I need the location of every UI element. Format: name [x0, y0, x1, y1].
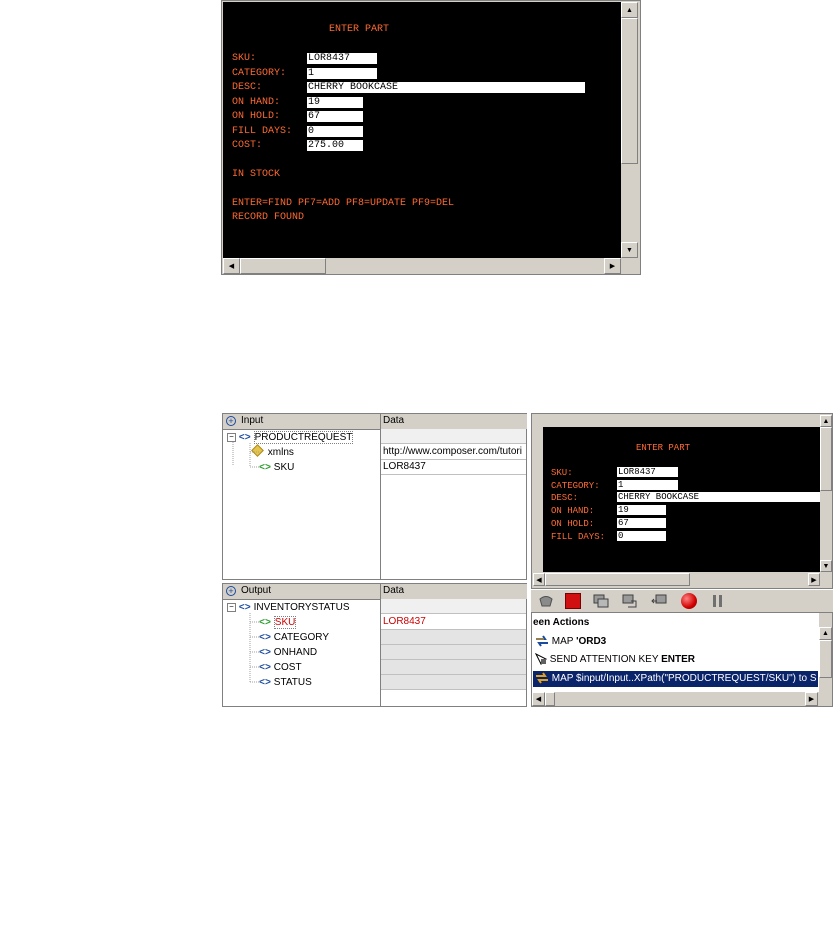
action-prefix: MAP: [551, 636, 577, 647]
output-data-header-label: Data: [383, 585, 405, 596]
action-prefix: SEND ATTENTION KEY: [549, 654, 662, 665]
input-panel: + Input Data − <> PRODUCTREQUEST xmlns h…: [222, 413, 527, 580]
scroll-right-button[interactable]: ▶: [604, 258, 621, 274]
on-hand-label: ON HAND:: [232, 97, 281, 108]
map-arrows-icon: [536, 672, 548, 684]
preview-on-hold-label: ON HOLD:: [551, 519, 595, 529]
preview-terminal-screen[interactable]: ENTER PART SKU: LOR8437 CATEGORY: 1 DESC…: [543, 427, 820, 572]
preview-fill-days-field[interactable]: 0: [617, 531, 666, 541]
scroll-thumb[interactable]: [621, 18, 638, 164]
output-root-data: [381, 599, 526, 614]
on-hold-field[interactable]: 67: [307, 111, 363, 122]
preview-sku-field[interactable]: LOR8437: [617, 467, 678, 477]
map-arrows-icon: [536, 635, 548, 647]
scroll-left-button[interactable]: ◀: [223, 258, 240, 274]
preview-on-hand-label: ON HAND:: [551, 506, 595, 516]
actions-vertical-scrollbar[interactable]: ▲: [819, 613, 832, 692]
actions-scroll-right-button[interactable]: ▶: [805, 692, 818, 706]
horizontal-scrollbar[interactable]: ◀ ▶: [223, 258, 621, 274]
preview-on-hold-field[interactable]: 67: [617, 518, 666, 528]
sku-field[interactable]: LOR8437: [307, 53, 377, 64]
status-message: RECORD FOUND: [232, 212, 305, 223]
screen-actions-panel: een Actions MAP 'ORD3 SEND ATTENTION KEY…: [531, 612, 833, 707]
desc-label: DESC:: [232, 82, 263, 93]
preview-scroll-up-button[interactable]: ▲: [820, 415, 832, 427]
input-sku-value[interactable]: LOR8437: [381, 460, 526, 475]
step-over-icon[interactable]: [651, 593, 667, 609]
preview-on-hand-field[interactable]: 19: [617, 505, 666, 515]
on-hand-field[interactable]: 19: [307, 97, 363, 108]
terminal-title: ENTER PART: [329, 24, 390, 35]
input-root-data: [381, 429, 526, 444]
function-keys-line: ENTER=FIND PF7=ADD PF8=UPDATE PF9=DEL: [232, 198, 455, 209]
fill-days-label: FILL DAYS:: [232, 126, 293, 137]
cost-label: COST:: [232, 140, 263, 151]
output-tree-lines: [249, 613, 259, 683]
scroll-down-button[interactable]: ▼: [621, 242, 638, 258]
preview-scroll-down-button[interactable]: ▼: [820, 560, 832, 572]
preview-horizontal-scrollbar[interactable]: ◀ ▶: [533, 573, 820, 586]
actions-horizontal-thumb[interactable]: [545, 692, 555, 706]
top-terminal-window: ENTER PART SKU: LOR8437 CATEGORY: 1 DESC…: [221, 0, 641, 275]
action-text: 'ORD3: [576, 636, 607, 647]
action-item-map-ord3[interactable]: MAP 'ORD3: [535, 634, 606, 650]
output-category-value[interactable]: [381, 630, 526, 645]
output-cost-value[interactable]: [381, 660, 526, 675]
record-icon[interactable]: [681, 593, 697, 609]
output-sku-value[interactable]: LOR8437: [381, 615, 526, 630]
actions-scroll-thumb[interactable]: [819, 640, 832, 678]
on-hold-label: ON HOLD:: [232, 111, 281, 122]
sku-label: SKU:: [232, 53, 257, 64]
terminal-screen[interactable]: ENTER PART SKU: LOR8437 CATEGORY: 1 DESC…: [223, 2, 621, 258]
action-text: MAP $input/Input..XPath("PRODUCTREQUEST/…: [551, 673, 817, 684]
preview-horizontal-thumb[interactable]: [545, 573, 690, 586]
output-status-value[interactable]: [381, 675, 526, 690]
actions-header: een Actions: [533, 617, 590, 628]
preview-terminal-title: ENTER PART: [636, 443, 691, 453]
action-item-map-xpath[interactable]: MAP $input/Input..XPath("PRODUCTREQUEST/…: [533, 671, 818, 687]
preview-scroll-thumb[interactable]: [820, 427, 832, 491]
category-label: CATEGORY:: [232, 68, 287, 79]
preview-desc-label: DESC:: [551, 493, 579, 503]
category-field[interactable]: 1: [307, 68, 377, 79]
scroll-up-button[interactable]: ▲: [621, 2, 638, 18]
input-tree-lines: [232, 442, 259, 468]
screens-icon[interactable]: [593, 593, 609, 609]
actions-horizontal-scrollbar[interactable]: ◀ ▶: [532, 692, 832, 706]
pause-icon[interactable]: [710, 593, 726, 609]
output-data-header: Data: [380, 584, 527, 600]
preview-scroll-left-button[interactable]: ◀: [533, 573, 545, 586]
stock-status: IN STOCK: [232, 169, 281, 180]
preview-category-field[interactable]: 1: [617, 480, 678, 490]
actions-scroll-up-button[interactable]: ▲: [819, 627, 832, 640]
preview-fill-days-label: FILL DAYS:: [551, 532, 606, 542]
horizontal-scroll-thumb[interactable]: [240, 258, 326, 274]
output-panel: + Output Data − <> INVENTORYSTATUS <> SK…: [222, 583, 527, 707]
actions-scroll-left-button[interactable]: ◀: [532, 692, 545, 706]
preview-category-label: CATEGORY:: [551, 481, 600, 491]
action-item-send-attention-key[interactable]: SEND ATTENTION KEY ENTER: [534, 652, 696, 668]
action-text: ENTER: [661, 654, 696, 665]
preview-terminal-window: ENTER PART SKU: LOR8437 CATEGORY: 1 DESC…: [531, 413, 833, 589]
preview-sku-label: SKU:: [551, 468, 573, 478]
fill-days-field[interactable]: 0: [307, 126, 363, 137]
action-toolbar: [531, 590, 833, 613]
input-data-header-label: Data: [383, 415, 405, 426]
screen-capture-icon[interactable]: [538, 593, 554, 609]
step-into-icon[interactable]: [622, 593, 638, 609]
input-xmlns-value[interactable]: http://www.composer.com/tutori: [381, 445, 526, 460]
vertical-scrollbar[interactable]: ▲ ▼: [621, 2, 638, 258]
stop-icon[interactable]: [565, 593, 581, 609]
preview-desc-field[interactable]: CHERRY BOOKCASE: [617, 492, 820, 502]
attention-key-icon: [534, 653, 548, 666]
output-onhand-value[interactable]: [381, 645, 526, 660]
preview-vertical-scrollbar[interactable]: ▲ ▼: [820, 415, 832, 572]
cost-field[interactable]: 275.00: [307, 140, 363, 151]
input-data-header: Data: [380, 414, 527, 430]
desc-field[interactable]: CHERRY BOOKCASE: [307, 82, 585, 93]
preview-scroll-right-button[interactable]: ▶: [808, 573, 820, 586]
